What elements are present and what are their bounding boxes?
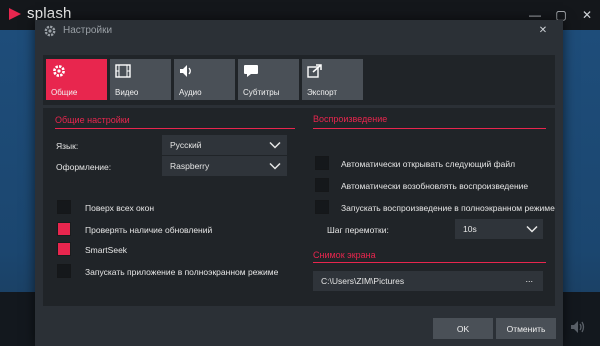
settings-dialog: Настройки ✕ Общие Видео Аудио Субтитры Э… [35, 20, 563, 346]
always-on-top-checkbox[interactable] [57, 200, 71, 214]
chevron-down-icon [269, 141, 281, 149]
film-icon [115, 64, 131, 78]
dialog-header: Настройки ✕ [35, 20, 563, 42]
tab-label: Общие [51, 88, 78, 97]
play-fullscreen-checkbox[interactable] [315, 200, 329, 214]
seek-step-value: 10s [463, 224, 477, 234]
dialog-footer: OK Отменить [35, 316, 563, 346]
language-select-value: Русский [170, 140, 202, 150]
smartseek-label: SmartSeek [85, 245, 128, 255]
volume-icon[interactable] [570, 320, 586, 334]
ok-button[interactable]: OK [433, 318, 493, 339]
browse-button[interactable]: ... [525, 274, 533, 284]
launch-fullscreen-label: Запускать приложение в полноэкранном реж… [85, 267, 279, 277]
playback-section-divider [313, 128, 546, 129]
tab-label: Субтитры [243, 88, 280, 97]
always-on-top-label: Поверх всех окон [85, 203, 155, 213]
auto-resume-label: Автоматически возобновлять воспроизведен… [341, 181, 529, 191]
theme-select-value: Raspberry [170, 161, 210, 171]
seek-step-label: Шаг перемотки: [327, 225, 389, 235]
screenshot-section-divider [313, 262, 546, 263]
cancel-button[interactable]: Отменить [496, 318, 556, 339]
auto-open-next-checkbox[interactable] [315, 156, 329, 170]
chevron-down-icon [269, 162, 281, 170]
general-section-divider [55, 128, 295, 129]
smartseek-checkbox[interactable] [57, 242, 71, 256]
dialog-close-button[interactable]: ✕ [533, 22, 553, 38]
tab-export[interactable]: Экспорт [302, 59, 363, 100]
theme-select[interactable]: Raspberry [162, 156, 287, 176]
screenshot-path-field[interactable]: C:\Users\ZIM\Pictures ... [313, 271, 543, 291]
tab-audio[interactable]: Аудио [174, 59, 235, 100]
auto-open-next-label: Автоматически открывать следующий файл [341, 159, 516, 169]
app-close-button[interactable]: ✕ [574, 0, 600, 30]
language-label: Язык: [56, 141, 79, 151]
tab-label: Видео [115, 88, 139, 97]
tab-general[interactable]: Общие [46, 59, 107, 100]
chevron-down-icon [526, 225, 538, 233]
general-section-title: Общие настройки [55, 115, 130, 125]
splash-logo-icon [9, 8, 21, 20]
speaker-icon [180, 65, 191, 77]
launch-fullscreen-checkbox[interactable] [57, 264, 71, 278]
tab-subtitles[interactable]: Субтитры [238, 59, 299, 100]
seek-step-select[interactable]: 10s [455, 219, 543, 239]
speech-bubble-icon [244, 65, 258, 77]
playback-section-title: Воспроизведение [313, 114, 388, 124]
tab-video[interactable]: Видео [110, 59, 171, 100]
check-updates-label: Проверять наличие обновлений [85, 225, 213, 235]
language-select[interactable]: Русский [162, 135, 287, 155]
play-fullscreen-label: Запускать воспроизведение в полноэкранно… [341, 203, 555, 213]
settings-tabs: Общие Видео Аудио Субтитры Экспорт [43, 55, 555, 105]
check-updates-checkbox[interactable] [57, 222, 71, 236]
dialog-title: Настройки [63, 25, 113, 36]
screenshot-path-value: C:\Users\ZIM\Pictures [321, 276, 405, 286]
general-settings-pane: Общие настройки Язык: Русский Оформление… [43, 108, 555, 306]
tab-label: Аудио [179, 88, 202, 97]
export-icon [307, 64, 322, 78]
screenshot-section-title: Снимок экрана [313, 250, 376, 260]
auto-resume-checkbox[interactable] [315, 178, 329, 192]
gear-icon [53, 65, 65, 77]
theme-label: Оформление: [56, 162, 112, 172]
tab-label: Экспорт [307, 88, 338, 97]
gear-icon [44, 25, 56, 37]
